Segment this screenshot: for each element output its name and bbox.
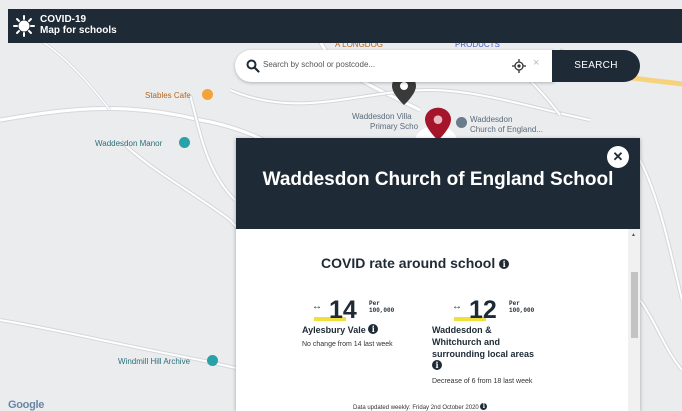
attraction-icon[interactable]	[207, 355, 218, 366]
school-name: Waddesdon Church of England School	[262, 169, 614, 190]
rate-change: No change from 14 last week	[302, 341, 393, 348]
close-icon: ✕	[612, 149, 624, 164]
map-label-village-primary[interactable]: Waddesdon Villa Primary Scho	[352, 112, 418, 132]
covid-rate-heading-text: COVID rate around school	[321, 255, 496, 271]
rate-unit: Per 100,000	[369, 300, 395, 314]
google-logo: Google	[8, 399, 45, 411]
app-title-line1: COVID-19	[40, 14, 87, 25]
search-bar: Search by school or postcode... × SEARCH	[235, 50, 640, 82]
close-button[interactable]: ✕	[607, 146, 629, 168]
info-icon[interactable]: i	[432, 360, 442, 370]
school-poi-icon[interactable]	[456, 117, 467, 128]
selected-school-pin-icon[interactable]	[425, 107, 451, 141]
map-label-stables-cafe[interactable]: Stables Cafe	[145, 91, 191, 100]
panel-header: Waddesdon Church of England School ✕	[236, 138, 640, 229]
data-updated-note: Data updated weekly: Friday 2nd October …	[353, 403, 488, 411]
app-title-line2: Map for schools	[40, 25, 117, 36]
search-button[interactable]: SEARCH	[552, 50, 640, 82]
clear-icon[interactable]: ×	[533, 57, 539, 69]
info-icon[interactable]: i	[499, 259, 510, 269]
school-info-panel: Waddesdon Church of England School ✕ ▲ C…	[236, 138, 640, 411]
cafe-icon[interactable]	[202, 89, 213, 100]
scroll-up-arrow-icon[interactable]: ▲	[631, 232, 636, 238]
covid-rate-heading: COVID rate around school i	[321, 255, 510, 271]
search-icon	[246, 59, 260, 73]
arrow-icon: ↔	[452, 301, 462, 312]
app-title[interactable]: COVID-19 Map for schools	[40, 14, 117, 36]
virus-icon[interactable]	[13, 15, 35, 37]
info-icon[interactable]: i	[480, 403, 488, 410]
app-header: COVID-19 Map for schools	[8, 9, 682, 43]
arrow-icon: ↔	[312, 301, 322, 312]
rate-unit: Per 100,000	[509, 300, 535, 314]
area-name: Waddesdon & Whitchurch and surrounding l…	[432, 325, 535, 370]
rate-value: 12	[469, 296, 497, 324]
panel-scrollbar[interactable]: ▲	[628, 229, 640, 411]
scrollbar-thumb[interactable]	[631, 272, 638, 338]
rate-change: Decrease of 6 from 18 last week	[432, 378, 533, 385]
locate-icon[interactable]	[512, 59, 526, 73]
info-icon[interactable]: i	[368, 324, 379, 334]
map-label-windmill-hill[interactable]: Windmill Hill Archive	[118, 357, 190, 366]
search-input[interactable]: Search by school or postcode... ×	[235, 50, 554, 82]
rate-value: 14	[329, 296, 357, 324]
map-label-church-school[interactable]: Waddesdon Church of England...	[470, 115, 543, 135]
map-label-waddesdon-manor[interactable]: Waddesdon Manor	[95, 139, 162, 148]
search-placeholder: Search by school or postcode...	[263, 60, 376, 69]
area-name: Aylesbury Vale i	[302, 324, 422, 336]
attraction-icon[interactable]	[179, 137, 190, 148]
